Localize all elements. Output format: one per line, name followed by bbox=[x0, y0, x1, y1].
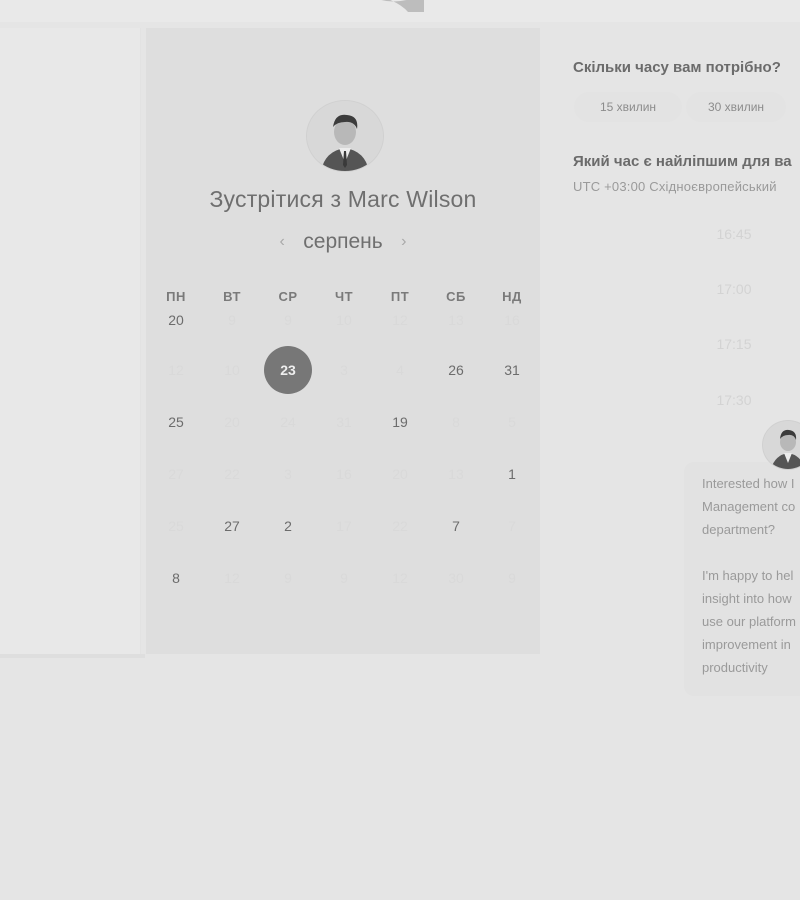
month-label: серпень bbox=[303, 230, 383, 253]
chat-line: insight into how bbox=[702, 591, 792, 606]
calendar-day: 20 bbox=[392, 466, 408, 482]
calendar-day[interactable]: 2 bbox=[264, 502, 312, 550]
calendar-day[interactable]: 19 bbox=[376, 398, 424, 446]
calendar-day: 9 bbox=[228, 312, 236, 328]
chat-line: Interested how I bbox=[702, 476, 795, 491]
calendar-day: 17 bbox=[336, 518, 352, 534]
duration-option-30[interactable]: 30 хвилин bbox=[686, 92, 786, 122]
calendar-day[interactable]: 20 bbox=[152, 296, 200, 344]
time-slot[interactable]: 17:00 bbox=[680, 269, 788, 309]
person-icon bbox=[307, 101, 383, 171]
page-title: Зустрітися з Marc Wilson bbox=[209, 186, 477, 212]
calendar-day: 12 bbox=[224, 570, 240, 586]
month-navigation: ‹ серпень › bbox=[146, 230, 540, 260]
calendar-day: 13 bbox=[448, 312, 464, 328]
calendar-day: 12 bbox=[392, 570, 408, 586]
calendar-day: 9 bbox=[284, 312, 292, 328]
duration-question: Скільки часу вам потрібно? bbox=[573, 59, 781, 76]
left-panel bbox=[0, 28, 141, 654]
person-icon bbox=[763, 421, 800, 469]
calendar-day: 27 bbox=[168, 466, 184, 482]
calendar-day: 16 bbox=[504, 312, 520, 328]
calendar-day: 3 bbox=[340, 362, 348, 378]
calendar-day: 16 bbox=[336, 466, 352, 482]
calendar-day: 9 bbox=[284, 570, 292, 586]
host-avatar bbox=[306, 100, 384, 172]
calendar-day: 20 bbox=[224, 414, 240, 430]
calendar-day[interactable]: 25 bbox=[152, 398, 200, 446]
calendar-day: 25 bbox=[168, 518, 184, 534]
calendar-day[interactable]: 8 bbox=[152, 554, 200, 602]
chat-line: use our platform bbox=[702, 614, 796, 629]
calendar-day: 10 bbox=[336, 312, 352, 328]
calendar-day[interactable]: 7 bbox=[432, 502, 480, 550]
calendar-day: 9 bbox=[340, 570, 348, 586]
time-slot[interactable]: 17:30 bbox=[680, 380, 788, 420]
calendar-day: 30 bbox=[448, 570, 464, 586]
calendar-day: 31 bbox=[336, 414, 352, 430]
chat-message: Interested how I Management co departmen… bbox=[702, 472, 800, 679]
calendar-day[interactable]: 1 bbox=[488, 450, 536, 498]
chat-line: department? bbox=[702, 522, 775, 537]
calendar-day: 4 bbox=[396, 362, 404, 378]
calendar-day: 13 bbox=[448, 466, 464, 482]
calendar-day: 12 bbox=[168, 362, 184, 378]
calendar-day: 10 bbox=[224, 362, 240, 378]
calendar-day: 5 bbox=[508, 414, 516, 430]
calendar-day: 7 bbox=[508, 518, 516, 534]
chevron-right-icon[interactable]: › bbox=[387, 233, 420, 251]
chat-line: Management co bbox=[702, 499, 796, 514]
calendar-day: 12 bbox=[392, 312, 408, 328]
divider bbox=[0, 654, 145, 658]
time-slot[interactable]: 16:45 bbox=[680, 214, 788, 254]
chevron-left-icon[interactable]: ‹ bbox=[265, 233, 298, 251]
calendar-day: 9 bbox=[508, 570, 516, 586]
calendar-day: 24 bbox=[280, 414, 296, 430]
calendar-day[interactable]: 31 bbox=[488, 346, 536, 394]
time-slot[interactable]: 17:15 bbox=[680, 324, 788, 364]
calendar-day: 8 bbox=[452, 414, 460, 430]
calendar-day: 22 bbox=[392, 518, 408, 534]
timezone-label[interactable]: UTC +03:00 Східноєвропейський bbox=[573, 179, 800, 194]
chat-line: I'm happy to hel bbox=[702, 568, 794, 583]
selected-day[interactable]: 23 bbox=[264, 346, 312, 394]
chat-line: productivity bbox=[702, 660, 768, 675]
calendar-day[interactable]: 27 bbox=[208, 502, 256, 550]
calendar-day[interactable]: 26 bbox=[432, 346, 480, 394]
chat-line: improvement in bbox=[702, 637, 791, 652]
calendar-day: 22 bbox=[224, 466, 240, 482]
calendar-day: 3 bbox=[284, 466, 292, 482]
time-question: Який час є найліпшим для ва bbox=[573, 153, 792, 170]
duration-option-15[interactable]: 15 хвилин bbox=[574, 92, 682, 122]
logo-icon bbox=[381, 0, 424, 12]
